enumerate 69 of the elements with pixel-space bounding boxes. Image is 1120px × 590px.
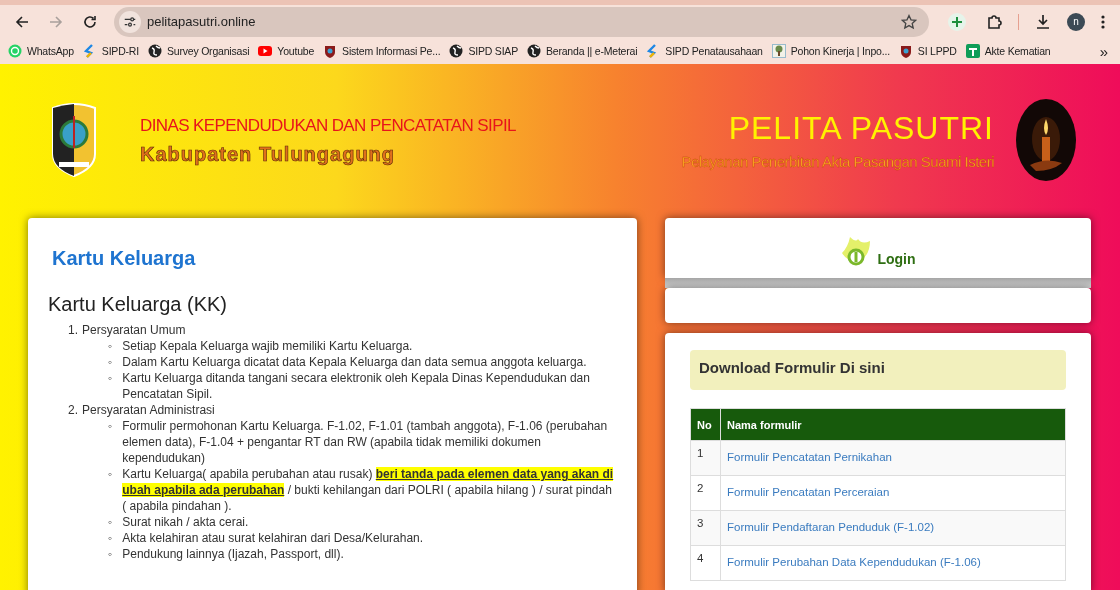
bookmark-link[interactable]: SIPD SIAP [449, 44, 518, 58]
article-heading: Kartu Keluarga (KK) [48, 292, 228, 316]
requirement-item: Kartu Keluarga ditanda tangani secara elektronik oleh Kepala Dinas Kependudukan dan Pencatatan Sipil. [122, 370, 591, 402]
bullet-marker: ◦ [108, 466, 113, 483]
requirement-item: Formulir permohonan Kartu Keluarga. F-1.02, F-1.01 (tambah anggota), F-1.06 (perubahan elemen data), F-1.04 + pengantar RT dan RW (apabila tidak memiliki dokumen kependudukan) [122, 418, 609, 466]
page-title: Kartu Keluarga [52, 246, 197, 270]
bookmark-link[interactable]: Pohon Kinerja | Inpo... [771, 44, 890, 58]
requirement-item: Kartu Keluarga( apabila perubahan atau rusak) beri tanda pada elemen data yang akan di ubah apabila ada perubahan / bukti kehilangan dari POLRI ( apabila hilang ) / surat pindah ( apabila pindahan ). [122, 466, 615, 514]
reload-icon[interactable] [82, 13, 98, 30]
bookmark-link[interactable]: Sistem Informasi Pe... [323, 44, 441, 58]
requirement-item: Surat nikah / akta cerai. [122, 514, 250, 530]
app-name: PELITA PASUTRI [728, 110, 994, 147]
bookmark-star-icon[interactable] [901, 13, 917, 30]
more-bookmarks-button[interactable]: » [1095, 42, 1112, 60]
whatsapp-icon [8, 44, 22, 58]
form-link[interactable]: Formulir Pencatatan Perceraian [727, 486, 890, 498]
plus-icon[interactable] [948, 12, 966, 31]
list-number: 2. [68, 402, 78, 418]
globe-icon [527, 44, 541, 58]
emblem-icon [323, 44, 338, 58]
regency-name: Kabupaten Tulungagung [140, 142, 397, 166]
bullet-marker: ◦ [108, 514, 113, 530]
login-label[interactable]: Login [877, 251, 916, 267]
menu-icon[interactable] [1101, 13, 1105, 30]
requirement-item: Pendukung lainnya (Ijazah, Passport, dll). [122, 546, 345, 562]
site-settings-icon[interactable] [119, 10, 141, 33]
bullet-marker: ◦ [108, 546, 113, 562]
bookmark-link[interactable]: Beranda || e-Meterai [527, 44, 638, 58]
bookmark-link[interactable]: SIPD-RI [82, 44, 139, 58]
globe-icon [449, 44, 464, 58]
emblem-icon [898, 44, 913, 58]
address-bar[interactable]: pelitapasutri.online [114, 6, 929, 37]
download-icon[interactable] [1035, 13, 1051, 30]
back-icon[interactable] [14, 13, 30, 30]
login-link[interactable]: Login [840, 235, 916, 267]
list-number: 1. [68, 322, 78, 338]
bullet-marker: ◦ [108, 354, 113, 370]
requirement-item: Setiap Kepala Keluarga wajib memiliki Kartu Keluarga. [122, 338, 414, 354]
url-text: pelitapasutri.online [147, 14, 257, 29]
tree-icon [771, 44, 786, 58]
spreadsheet-icon [965, 44, 980, 58]
column-header: Nama formulir [720, 408, 1066, 441]
requirement-item: Dalam Kartu Keluarga dicatat data Kepala Keluarga dan data semua anggota keluarga. [122, 354, 588, 370]
column-header: No [690, 408, 721, 441]
section-label: Persyaratan Umum [82, 322, 186, 338]
bookmark-link[interactable]: WhatsApp [8, 44, 74, 58]
globe-icon [147, 44, 162, 58]
profile-avatar[interactable]: n [1067, 12, 1085, 31]
table-cell: 4 [690, 545, 721, 581]
table-cell: 2 [690, 475, 721, 511]
youtube-icon [258, 44, 273, 58]
bullet-marker: ◦ [108, 530, 113, 546]
extensions-icon[interactable] [986, 13, 1002, 30]
form-link[interactable]: Formulir Pencatatan Pernikahan [727, 451, 892, 463]
table-cell: 1 [690, 440, 721, 476]
bookmark-link[interactable]: Survey Organisasi [147, 44, 250, 58]
section-label: Persyaratan Administrasi [82, 402, 215, 418]
app-tagline: Pelayanan Penerbitan Akta Pasangan Suami Isteri [681, 153, 994, 170]
table-cell: 3 [690, 510, 721, 546]
bullet-marker: ◦ [108, 338, 113, 354]
bullet-marker: ◦ [108, 418, 113, 435]
bookmark-link[interactable]: Akte Kematian [965, 44, 1051, 58]
bullet-marker: ◦ [108, 370, 113, 387]
requirement-item: Akta kelahiran atau surat kelahiran dari Desa/Kelurahan. [122, 530, 425, 546]
bookmark-link[interactable]: Youtube [258, 44, 315, 58]
agency-name: DINAS KEPENDUDUKAN DAN PENCATATAN SIPIL [140, 114, 516, 137]
download-heading: Download Formulir Di sini [690, 350, 1066, 390]
bookmark-link[interactable]: SI LPPD [898, 44, 957, 58]
bookmark-link[interactable]: SIPD Penatausahaan [646, 44, 763, 58]
